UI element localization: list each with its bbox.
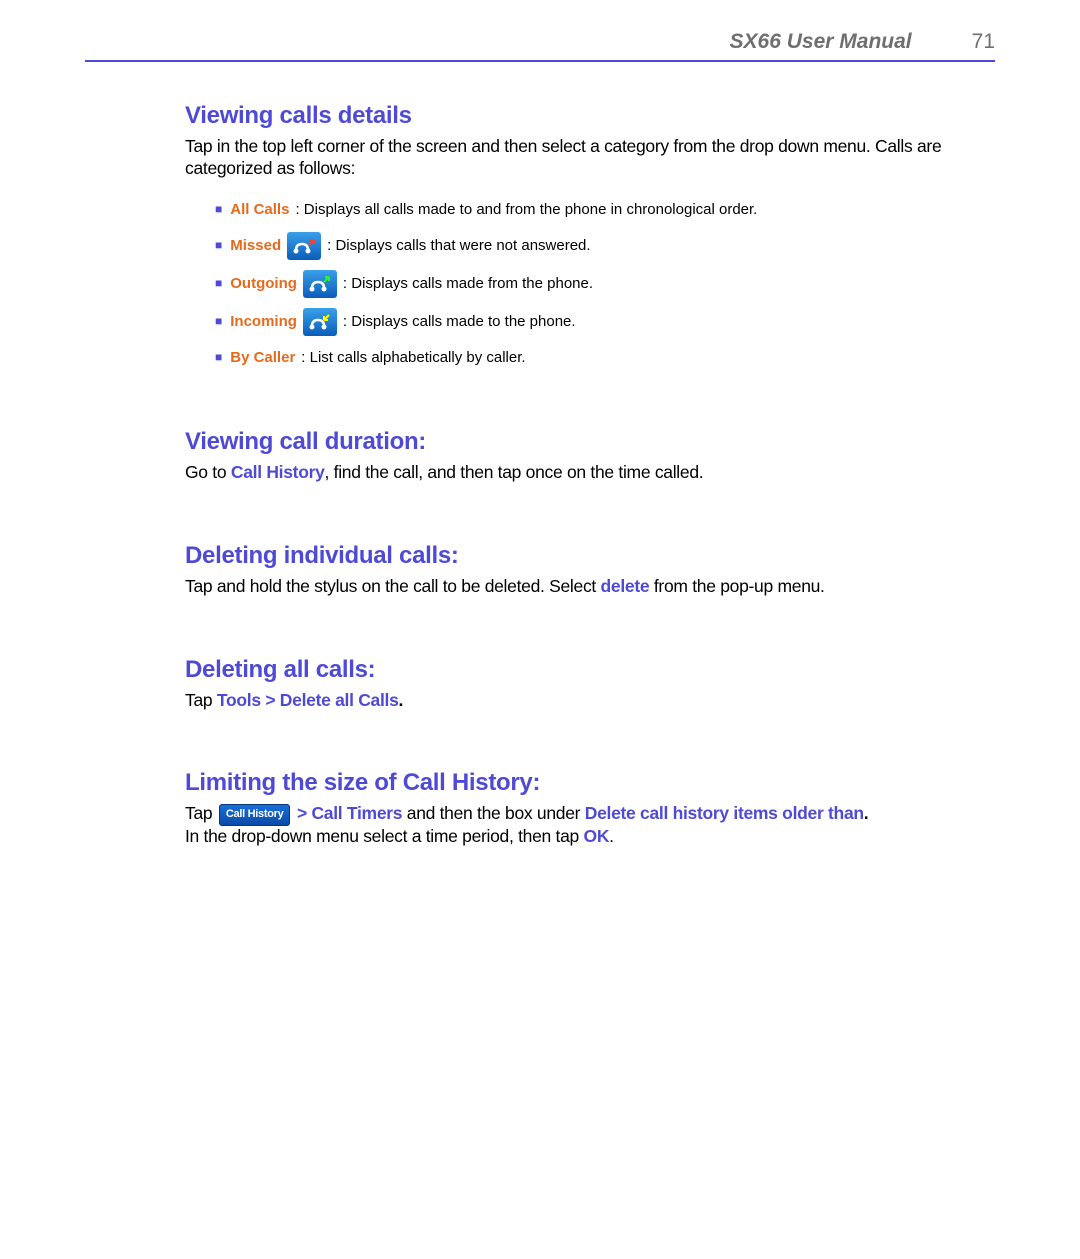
text-pre: Tap [185,690,217,710]
category-desc: : Displays calls made from the phone. [343,272,593,296]
incoming-call-icon [303,308,337,336]
category-desc: : Displays calls that were not answered. [327,234,590,258]
link-tools-delete: Tools > Delete all Calls [217,690,399,710]
outgoing-call-icon [303,270,337,298]
text-limiting-line1: Tap Call History > Call Timers and then … [185,803,985,825]
text-viewing-duration: Go to Call History, find the call, and t… [185,462,985,484]
category-missed: ■ Missed : Displays calls that were not … [215,232,985,260]
category-by-caller: ■ By Caller : List calls alphabetically … [215,346,985,370]
heading-limiting: Limiting the size of Call History: [185,769,985,797]
heading-viewing-details: Viewing calls details [185,102,985,130]
text-post: from the pop-up menu. [649,576,824,596]
category-desc: : Displays calls made to the phone. [343,310,576,334]
text-deleting-all: Tap Tools > Delete all Calls. [185,690,985,712]
doc-title: SX66 User Manual [730,30,912,54]
category-incoming: ■ Incoming : Displays calls made to the … [215,308,985,336]
bold-delete: delete [601,576,650,596]
call-history-button-icon: Call History [219,804,291,826]
bullet-icon: ■ [215,236,222,255]
bold-ok: OK [584,826,610,846]
link-call-history: Call History [231,462,325,482]
text-limiting-line2: In the drop-down menu select a time peri… [185,826,985,848]
missed-call-icon [287,232,321,260]
category-label: Missed [230,234,281,258]
category-label: Outgoing [230,272,297,296]
category-outgoing: ■ Outgoing : Displays calls made from th… [215,270,985,298]
text-pre: Tap and hold the stylus on the call to b… [185,576,601,596]
text-deleting-individual: Tap and hold the stylus on the call to b… [185,576,985,598]
page-header: SX66 User Manual 71 [85,30,995,62]
text-pre: In the drop-down menu select a time peri… [185,826,584,846]
page-number: 71 [972,30,995,54]
heading-viewing-duration: Viewing call duration: [185,428,985,456]
text-pre: Tap [185,803,217,823]
text-mid: and then the box under [402,803,585,823]
category-label: By Caller [230,346,295,370]
heading-deleting-individual: Deleting individual calls: [185,542,985,570]
text-post: . [864,803,869,823]
link-call-timers: > Call Timers [292,803,402,823]
categories-list: ■ All Calls : Displays all calls made to… [185,198,985,370]
heading-deleting-all: Deleting all calls: [185,656,985,684]
category-desc: : List calls alphabetically by caller. [301,346,525,370]
category-label: All Calls [230,198,289,222]
bullet-icon: ■ [215,312,222,331]
category-all-calls: ■ All Calls : Displays all calls made to… [215,198,985,222]
bullet-icon: ■ [215,348,222,367]
text-post: . [609,826,614,846]
category-label: Incoming [230,310,297,334]
text-post: . [399,690,404,710]
intro-viewing-details: Tap in the top left corner of the screen… [185,136,985,180]
category-desc: : Displays all calls made to and from th… [295,198,757,222]
bullet-icon: ■ [215,200,222,219]
text-pre: Go to [185,462,231,482]
link-delete-older: Delete call history items older than [585,803,864,823]
page-content: Viewing calls details Tap in the top lef… [85,102,995,848]
text-post: , find the call, and then tap once on th… [325,462,704,482]
bullet-icon: ■ [215,274,222,293]
